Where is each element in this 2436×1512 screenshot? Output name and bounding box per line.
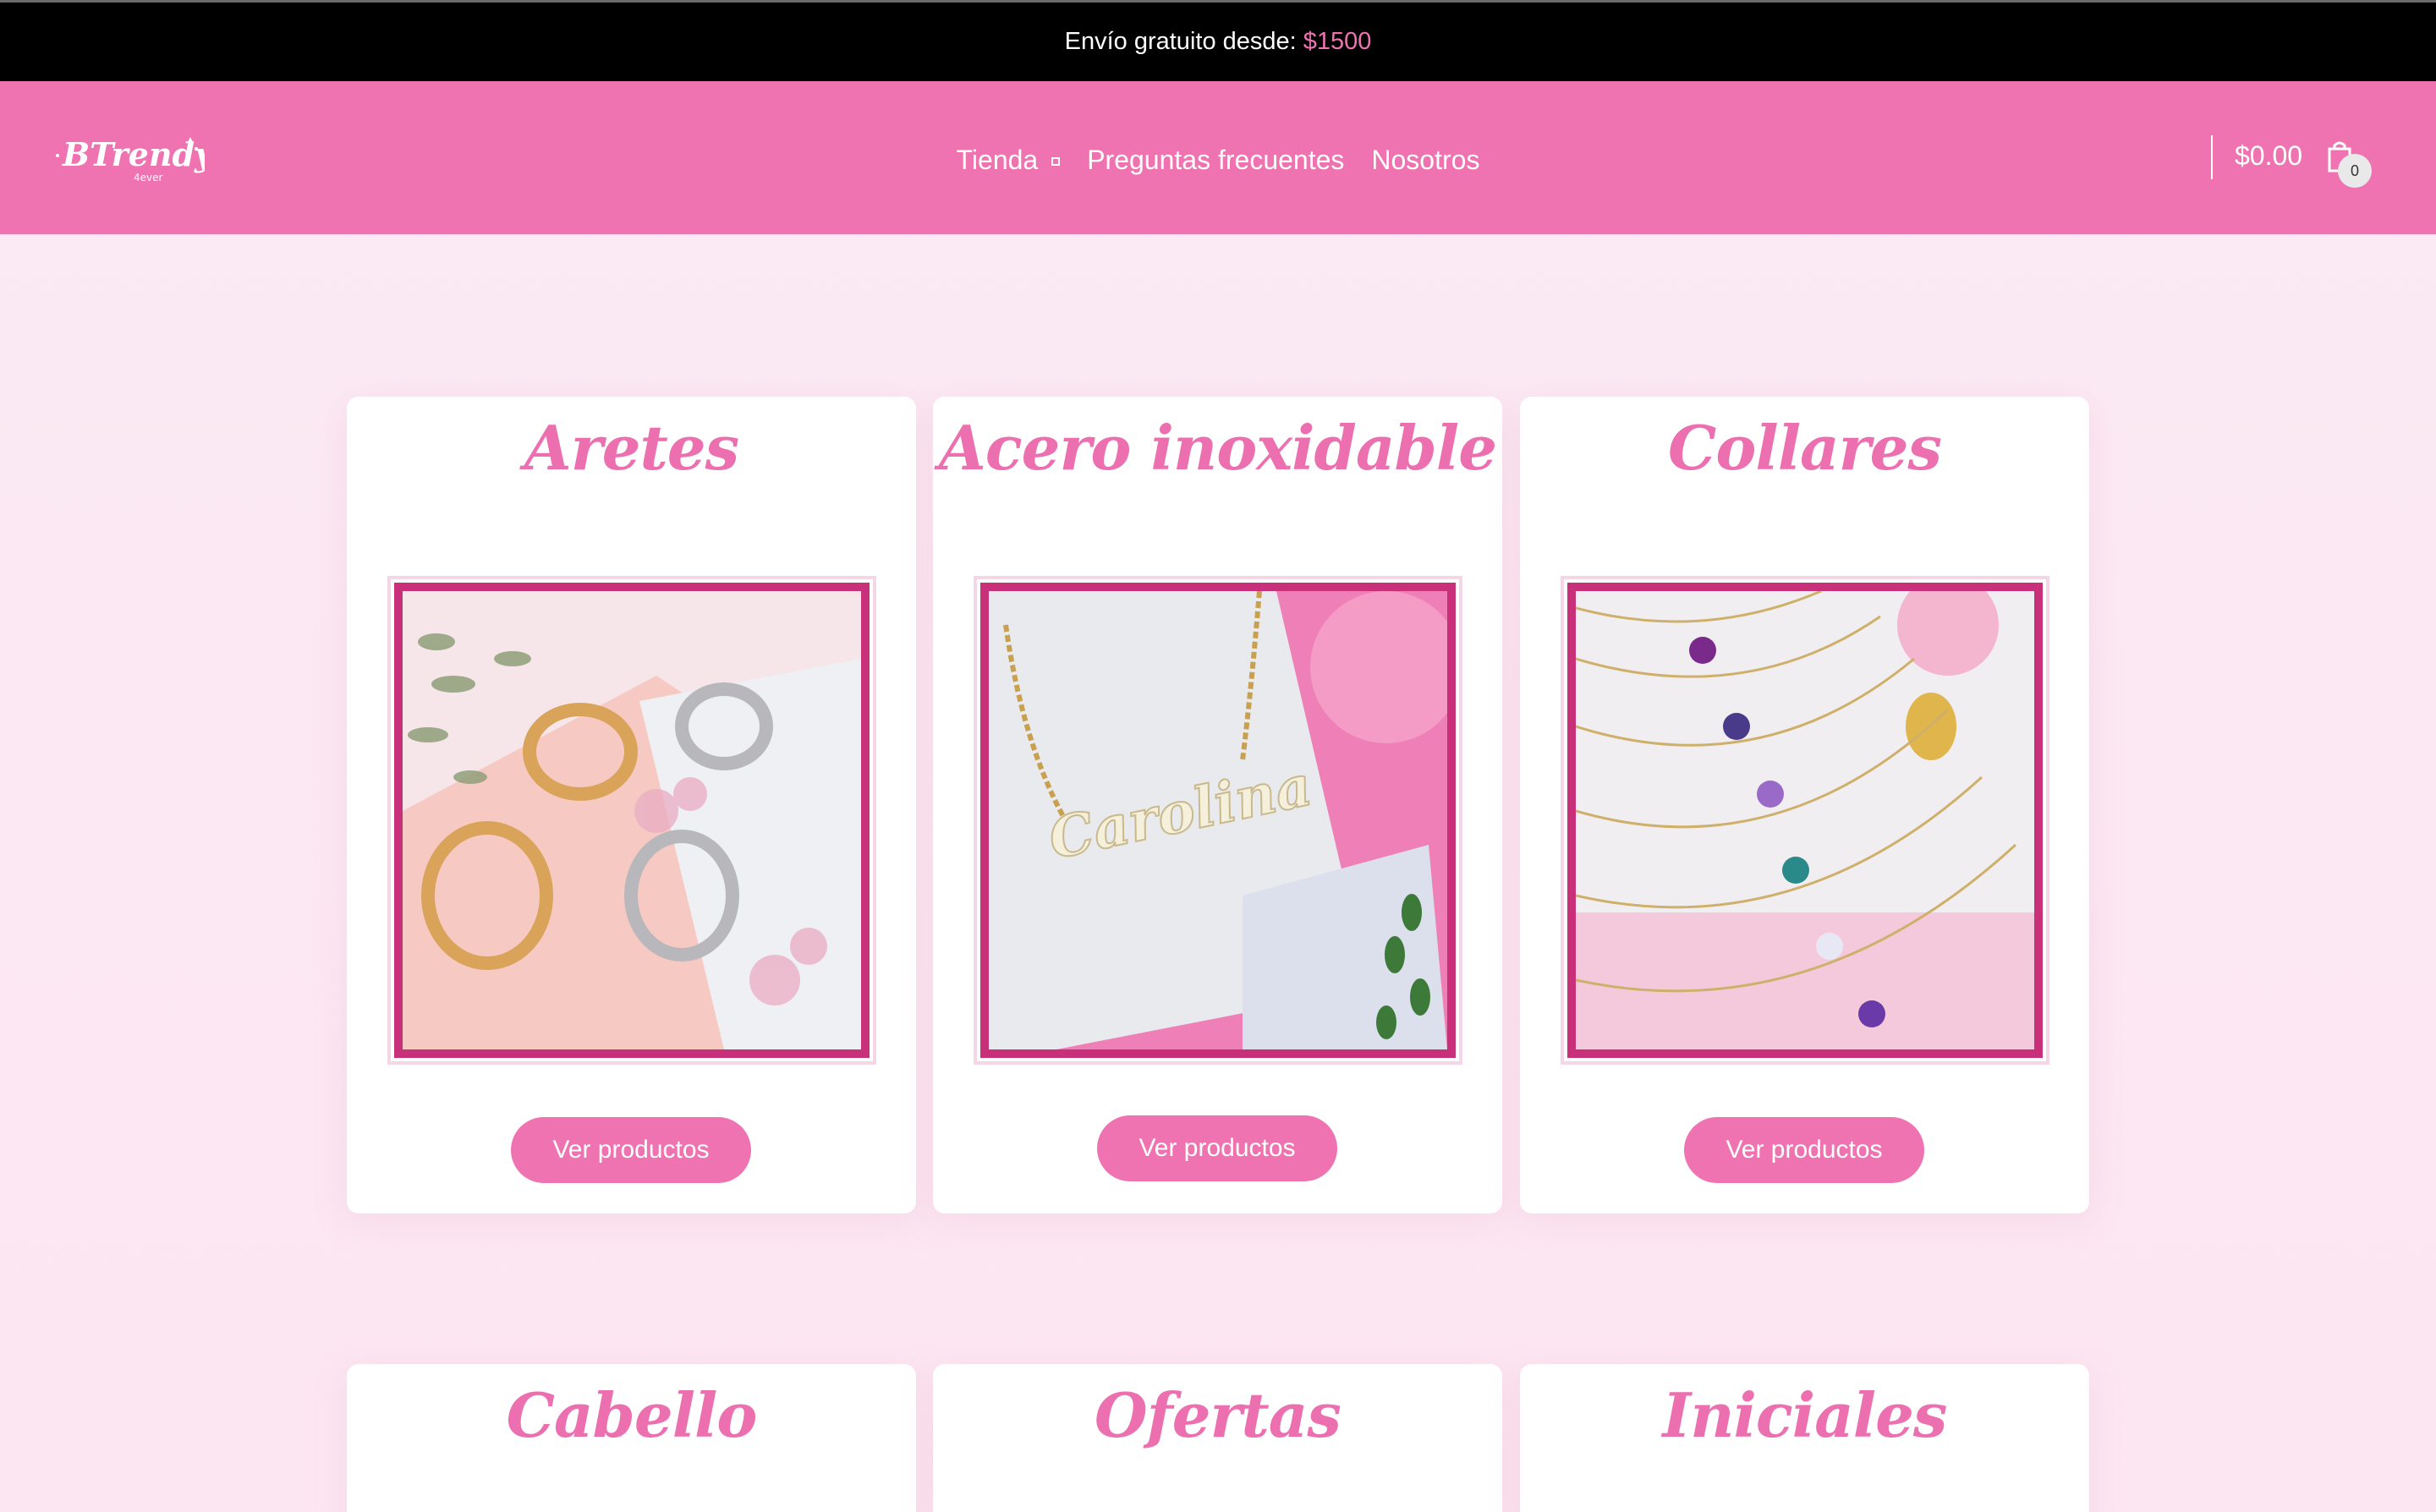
- free-shipping-text: Envío gratuito desde:: [1064, 28, 1297, 55]
- category-card-aretes: Aretes Ver productos: [347, 397, 916, 1213]
- category-title: Iniciales: [1662, 1379, 1948, 1451]
- category-card-ofertas: Ofertas: [933, 1364, 1502, 1512]
- dropdown-icon: [1051, 157, 1061, 166]
- ver-productos-button[interactable]: Ver productos: [1684, 1117, 1924, 1183]
- nav-nosotros[interactable]: Nosotros: [1358, 145, 1493, 176]
- name-necklace-image[interactable]: Carolina: [977, 579, 1459, 1061]
- nav-nosotros-label: Nosotros: [1371, 144, 1480, 175]
- ver-productos-button[interactable]: Ver productos: [511, 1117, 751, 1183]
- category-title: Collares: [1668, 412, 1942, 484]
- category-card-collares: Collares Ver productos: [1520, 397, 2089, 1213]
- main-nav: Tienda Preguntas frecuentes Nosotros: [0, 140, 2436, 179]
- category-title: Acero inoxidable: [938, 412, 1497, 484]
- nav-faq-label: Preguntas frecuentes: [1087, 144, 1345, 175]
- nav-preguntas-frecuentes[interactable]: Preguntas frecuentes: [1073, 145, 1358, 176]
- category-title: Cabello: [506, 1379, 758, 1451]
- cart-count-badge: 0: [2338, 154, 2372, 188]
- earrings-image[interactable]: [391, 579, 873, 1061]
- category-card-iniciales: Iniciales: [1520, 1364, 2089, 1512]
- nav-tienda[interactable]: Tienda: [943, 145, 1074, 176]
- nav-tienda-label: Tienda: [956, 144, 1039, 175]
- category-card-acero-inoxidable: Acero inoxidable Carolina Ver productos: [933, 397, 1502, 1213]
- category-title: Aretes: [524, 412, 739, 484]
- site-header: BTrendy 4ever Tienda Preguntas frecuente…: [0, 81, 2436, 234]
- announcement-bar: Envío gratuito desde: $1500: [0, 0, 2436, 81]
- category-card-cabello: Cabello: [347, 1364, 916, 1512]
- ver-productos-button[interactable]: Ver productos: [1097, 1115, 1337, 1181]
- butterfly-necklaces-image[interactable]: [1564, 579, 2046, 1061]
- cart-total[interactable]: $0.00: [2235, 140, 2302, 172]
- free-shipping-amount: $1500: [1303, 28, 1372, 55]
- cart-divider: [2211, 135, 2213, 179]
- category-title: Ofertas: [1095, 1379, 1341, 1451]
